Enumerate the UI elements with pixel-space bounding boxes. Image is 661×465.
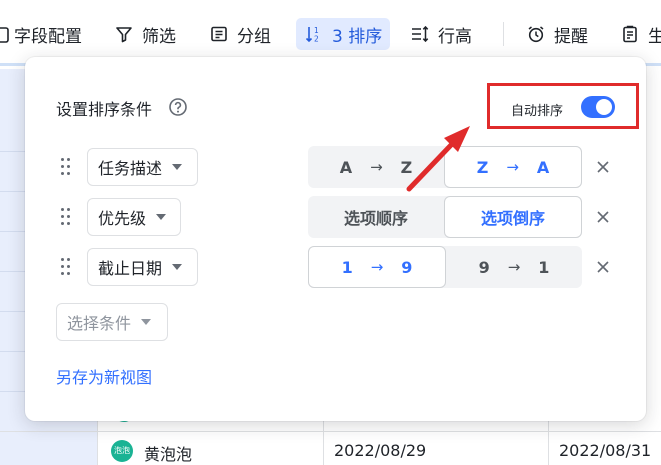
remove-condition-icon[interactable] — [595, 159, 611, 175]
sort-field-select[interactable]: 优先级 — [87, 198, 181, 236]
annotation-highlight-box — [487, 83, 639, 129]
filter-icon — [116, 27, 132, 43]
toolbar-divider — [503, 22, 504, 46]
sort-option-label: 选项顺序 — [343, 209, 408, 228]
save-as-new-view-link[interactable]: 另存为新视图 — [56, 364, 152, 388]
sort-from: Z — [476, 157, 489, 177]
svg-text:2: 2 — [314, 35, 319, 44]
toolbar-label-reminder: 提醒 — [554, 26, 588, 47]
generate-button[interactable]: 生 — [620, 18, 661, 50]
sort-order-toggle: A → Z Z → A — [308, 146, 582, 188]
sort-option-ascending[interactable]: 选项顺序 — [308, 196, 444, 238]
sort-panel-title: 设置排序条件 — [56, 100, 153, 119]
end-date-cell[interactable]: 2022/08/31 — [559, 441, 651, 460]
sort-field-value: 截止日期 — [98, 259, 163, 278]
group-button[interactable]: 分组 — [209, 18, 271, 50]
sort-option-label: 选项倒序 — [480, 209, 545, 228]
reminder-button[interactable]: 提醒 — [526, 18, 588, 50]
sort-icon: 12 — [305, 26, 319, 44]
row-height-button[interactable]: 行高 — [410, 18, 472, 50]
sort-to: A — [536, 157, 550, 177]
sort-order-toggle: 选项顺序 选项倒序 — [308, 196, 582, 238]
chevron-down-icon — [141, 319, 152, 325]
drag-handle[interactable] — [61, 208, 71, 226]
sort-field-value: 优先级 — [98, 209, 147, 228]
arrow-right-icon: → — [370, 258, 384, 276]
sort-to: 9 — [401, 257, 413, 277]
add-condition-placeholder: 选择条件 — [67, 314, 132, 333]
row-height-icon — [412, 25, 429, 43]
sort-option-ascending[interactable]: 1 → 9 — [308, 246, 446, 288]
toolbar-label-field-config: 字段配置 — [14, 26, 82, 47]
toolbar-label-group: 分组 — [237, 26, 271, 47]
sort-settings-panel: 设置排序条件 自动排序 任务描述 A → Z Z → A 优先级 选项顺序 选项倒序 — [25, 57, 646, 421]
start-date-cell[interactable]: 2022/08/29 — [334, 441, 426, 460]
arrow-right-icon: → — [506, 158, 519, 176]
remove-condition-icon[interactable] — [595, 259, 611, 275]
clipboard-icon — [623, 25, 637, 43]
sort-to: 1 — [538, 257, 550, 277]
sort-option-descending[interactable]: Z → A — [444, 146, 582, 188]
sort-option-ascending[interactable]: A → Z — [308, 146, 444, 188]
drag-handle[interactable] — [61, 158, 71, 176]
remove-condition-icon[interactable] — [595, 209, 611, 225]
sort-from: 9 — [478, 257, 490, 277]
field-config-icon — [0, 27, 9, 43]
arrow-right-icon: → — [507, 258, 521, 276]
sort-order-toggle: 1 → 9 9 → 1 — [308, 246, 582, 288]
filter-button[interactable]: 筛选 — [114, 18, 176, 50]
sort-from: A — [339, 157, 353, 177]
sort-option-descending[interactable]: 选项倒序 — [444, 196, 582, 238]
sort-option-descending[interactable]: 9 → 1 — [446, 246, 582, 288]
toolbar-label-filter: 筛选 — [142, 26, 176, 47]
sort-from: 1 — [341, 257, 353, 277]
drag-handle[interactable] — [61, 258, 71, 276]
avatar: 泡泡 — [111, 440, 133, 462]
name-cell[interactable]: 黄泡泡 — [144, 441, 192, 465]
toolbar-label-sort: 3 排序 — [332, 26, 383, 47]
chevron-down-icon — [156, 214, 167, 220]
help-icon[interactable] — [168, 97, 188, 117]
add-condition-select[interactable]: 选择条件 — [56, 303, 168, 341]
alarm-clock-icon — [528, 26, 544, 43]
toolbar-label-row-height: 行高 — [438, 26, 472, 47]
sort-field-value: 任务描述 — [98, 159, 163, 178]
group-icon — [211, 26, 227, 42]
sort-field-select[interactable]: 任务描述 — [87, 148, 198, 186]
sort-to: Z — [400, 157, 413, 177]
arrow-right-icon: → — [370, 158, 383, 176]
sort-button[interactable]: 12 3 排序 — [296, 18, 391, 50]
toolbar-label-generate: 生 — [648, 26, 661, 47]
sort-field-select[interactable]: 截止日期 — [87, 248, 198, 286]
field-config-button[interactable]: 字段配置 — [0, 18, 82, 50]
chevron-down-icon — [172, 164, 183, 170]
chevron-down-icon — [172, 264, 183, 270]
